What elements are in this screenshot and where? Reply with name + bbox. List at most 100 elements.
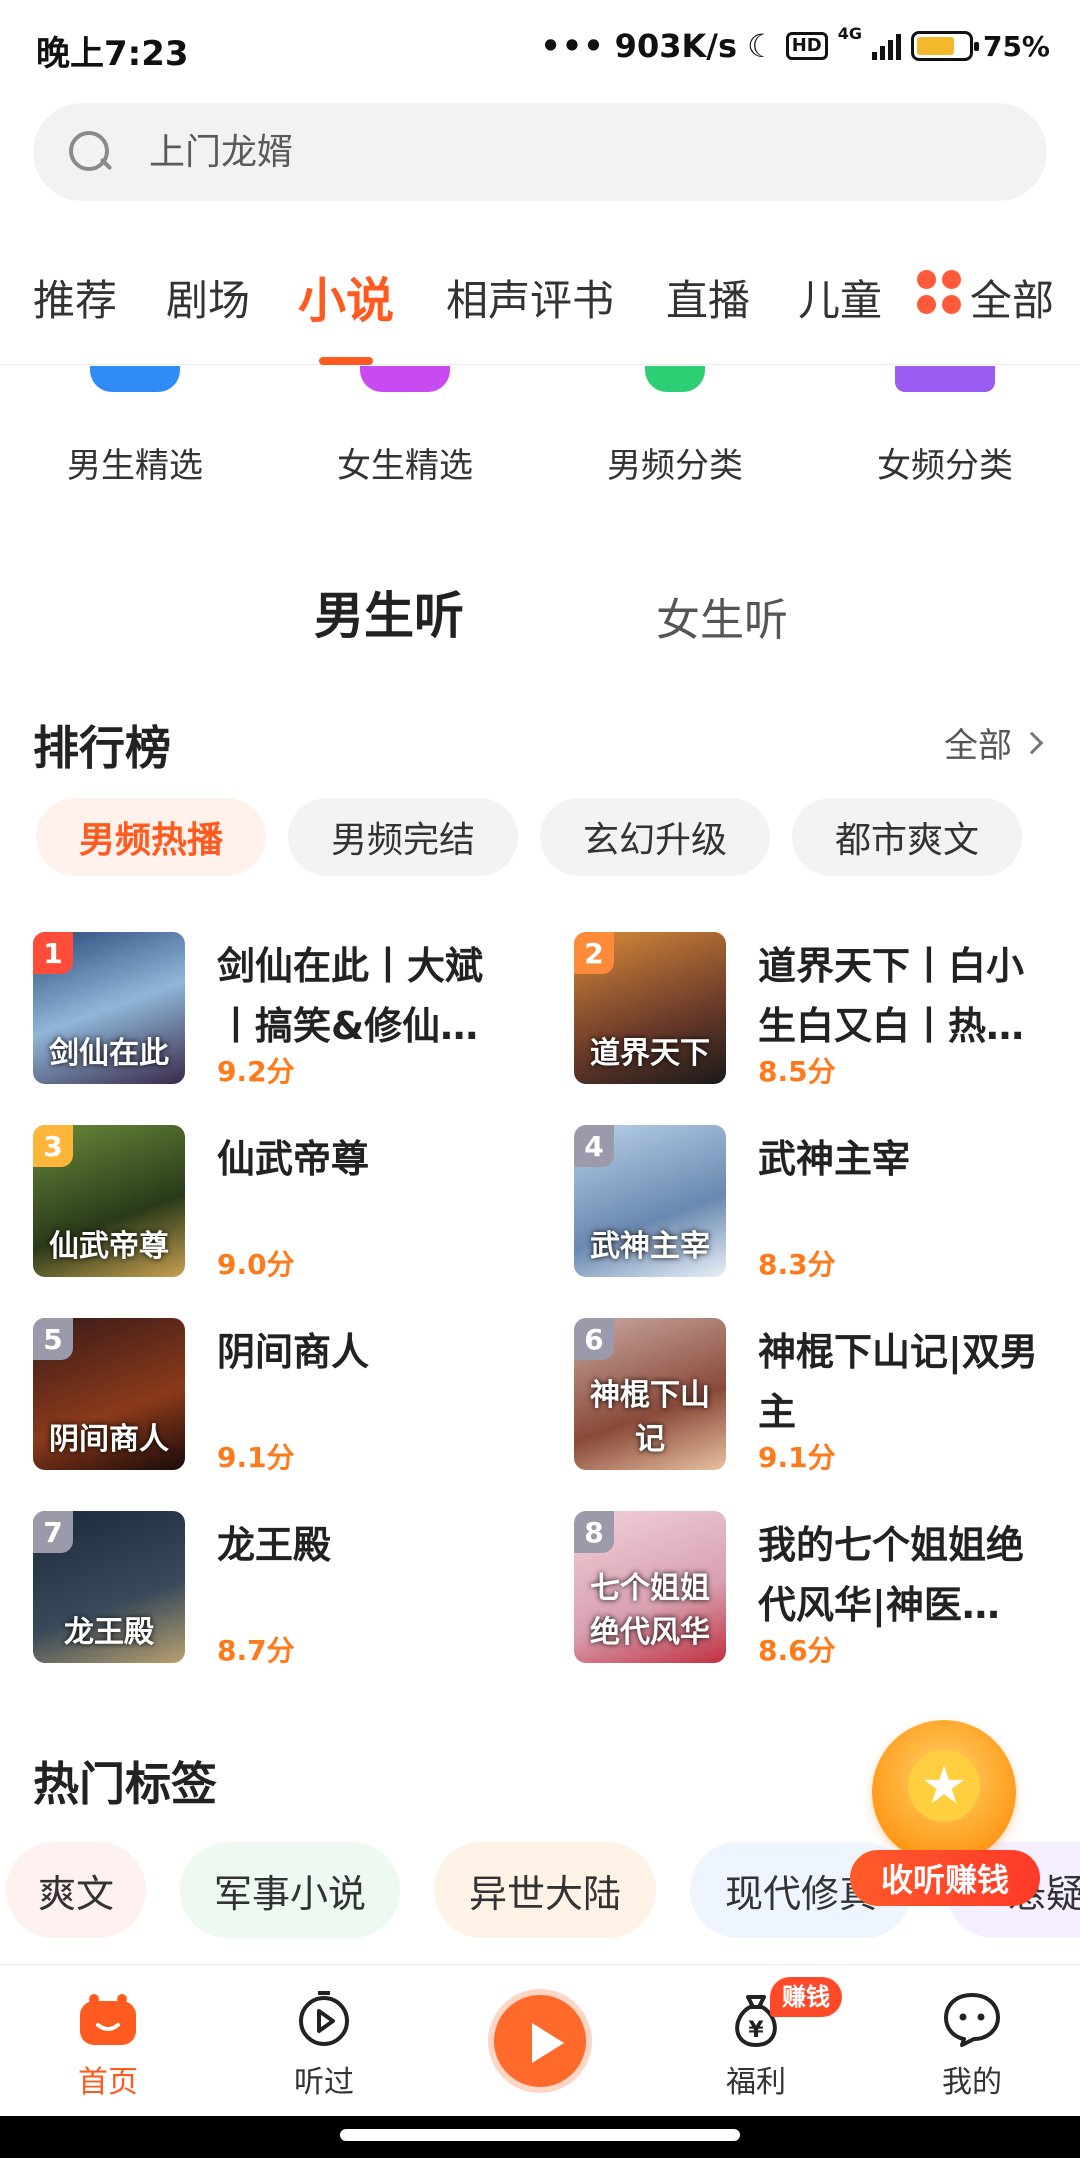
book-score: 8.7分 (217, 1634, 295, 1667)
tab-male-listen-label: 男生听 (314, 587, 464, 645)
nav-profile[interactable]: 我的 (864, 1965, 1080, 2117)
tab-live[interactable]: 直播 (666, 267, 750, 328)
moon-icon: ☾ (747, 27, 776, 65)
book-item[interactable]: 5 阴间商人 阴间商人 9.1分 (33, 1318, 533, 1478)
chevron-right-icon (1020, 731, 1044, 754)
history-icon (299, 1991, 349, 2046)
profile-icon (944, 1993, 1000, 2047)
tab-all[interactable]: 全部 (970, 267, 1054, 328)
play-icon[interactable] (488, 1989, 592, 2093)
book-item[interactable]: 3 仙武帝尊 仙武帝尊 9.0分 (33, 1125, 533, 1285)
tab-novel[interactable]: 小说 (298, 261, 395, 365)
book-item[interactable]: 6 神棍下山记 神棍下山记|双男主 9.1分 (574, 1318, 1074, 1478)
tag-item[interactable]: 异世大陆 (434, 1842, 656, 1938)
book-score: 8.5分 (758, 1055, 836, 1088)
chip-male-hot[interactable]: 男频热播 (36, 798, 266, 876)
ranking-title: 排行榜 (33, 721, 171, 775)
status-icons: ••• 903K/s ☾ HD 4G 75% (540, 26, 1050, 66)
book-item[interactable]: 8 七个姐姐 绝代风华 我的七个姐姐绝代风华|神医… 8.6分 (574, 1511, 1074, 1671)
book-cover: 6 神棍下山记 (574, 1318, 726, 1470)
ranking-all-link[interactable]: 全部 (944, 718, 1044, 767)
female-categories-icon (895, 366, 995, 392)
book-score: 9.1分 (217, 1441, 295, 1474)
hot-tags-title: 热门标签 (33, 1757, 217, 1811)
book-score: 8.6分 (758, 1634, 836, 1667)
signal-icon (871, 32, 901, 60)
all-categories-icon[interactable] (917, 270, 963, 316)
hd-icon: HD (785, 32, 828, 60)
network-type: 4G (837, 24, 862, 43)
chip-male-completed[interactable]: 男频完结 (288, 798, 518, 876)
chip-urban[interactable]: 都市爽文 (792, 798, 1022, 876)
home-indicator[interactable] (340, 2129, 740, 2141)
search-icon (69, 131, 111, 173)
nav-history[interactable]: 听过 (216, 1965, 432, 2117)
ranking-chips: 男频热播 男频完结 玄幻升级 都市爽文 (36, 798, 1080, 878)
book-title: 我的七个姐姐绝代风华|神医… (758, 1523, 1025, 1627)
book-item[interactable]: 7 龙王殿 龙王殿 8.7分 (33, 1511, 533, 1671)
nav-label: 福利 (726, 2065, 786, 2100)
book-title: 剑仙在此丨大斌丨搞笑&修仙… (217, 944, 484, 1048)
female-picks-icon (360, 366, 450, 392)
book-title: 道界天下丨白小生白又白丨热… (758, 944, 1025, 1048)
home-icon (80, 1994, 136, 2045)
nav-home[interactable]: 首页 (0, 1965, 216, 2117)
book-item[interactable]: 4 武神主宰 武神主宰 8.3分 (574, 1125, 1074, 1285)
battery-percent: 75% (982, 29, 1050, 63)
book-score: 8.3分 (758, 1248, 836, 1281)
cover-title: 道界天下 (590, 1036, 710, 1071)
active-tab-indicator (319, 357, 373, 365)
book-score: 9.0分 (217, 1248, 295, 1281)
rank-badge: 7 (33, 1511, 73, 1553)
tab-recommend[interactable]: 推荐 (33, 267, 117, 328)
entry-label: 男生精选 (67, 446, 203, 486)
book-title: 神棍下山记|双男主 (758, 1330, 1038, 1434)
more-dots-icon: ••• (540, 27, 605, 65)
tab-children[interactable]: 儿童 (798, 267, 882, 328)
rank-badge: 2 (574, 932, 614, 974)
entry-label: 男频分类 (607, 446, 743, 486)
cover-title: 神棍下山记 (590, 1378, 710, 1457)
tab-crosstalk[interactable]: 相声评书 (446, 267, 614, 328)
search-bar[interactable] (33, 103, 1047, 201)
search-input[interactable] (149, 131, 949, 173)
book-score: 9.2分 (217, 1055, 295, 1088)
earn-float-button[interactable]: ★ 收听赚钱 (850, 1718, 1050, 1918)
tab-male-listen[interactable]: 男生听 (290, 576, 470, 648)
male-picks-icon (90, 366, 180, 392)
tag-item[interactable]: 爽文 (6, 1842, 146, 1938)
star-icon: ★ (908, 1750, 980, 1822)
tag-item[interactable]: 军事小说 (180, 1842, 400, 1938)
coin-icon: ★ (872, 1720, 1016, 1864)
rank-badge: 5 (33, 1318, 73, 1360)
book-item[interactable]: 1 剑仙在此 剑仙在此丨大斌丨搞笑&修仙… 9.2分 (33, 932, 533, 1092)
book-title: 龙王殿 (217, 1523, 332, 1567)
book-cover: 5 阴间商人 (33, 1318, 185, 1470)
tab-theater[interactable]: 剧场 (166, 267, 250, 328)
cover-title: 剑仙在此 (49, 1036, 169, 1071)
cover-title: 龙王殿 (64, 1615, 154, 1650)
book-title: 阴间商人 (217, 1330, 370, 1374)
entry-label: 女频分类 (877, 446, 1013, 486)
cover-title: 阴间商人 (49, 1422, 169, 1457)
rank-badge: 4 (574, 1125, 614, 1167)
tab-novel-label: 小说 (298, 273, 395, 329)
nav-label: 我的 (942, 2065, 1002, 2100)
cover-title: 武神主宰 (590, 1229, 710, 1264)
nav-label: 首页 (78, 2065, 138, 2100)
nav-label: 听过 (294, 2065, 354, 2100)
cover-title: 七个姐姐 绝代风华 (590, 1571, 710, 1650)
earn-label: 收听赚钱 (850, 1850, 1040, 1906)
rank-badge: 6 (574, 1318, 614, 1360)
book-item[interactable]: 2 道界天下 道界天下丨白小生白又白丨热… 8.5分 (574, 932, 1074, 1092)
svg-text:¥: ¥ (748, 2018, 764, 2043)
entry-label: 女生精选 (337, 446, 473, 486)
tab-female-listen[interactable]: 女生听 (656, 584, 788, 648)
book-cover: 8 七个姐姐 绝代风华 (574, 1511, 726, 1663)
book-score: 9.1分 (758, 1441, 836, 1474)
book-title: 武神主宰 (758, 1137, 911, 1181)
book-title: 仙武帝尊 (217, 1137, 370, 1181)
battery-icon (910, 31, 979, 61)
book-cover: 4 武神主宰 (574, 1125, 726, 1277)
chip-fantasy[interactable]: 玄幻升级 (540, 798, 770, 876)
